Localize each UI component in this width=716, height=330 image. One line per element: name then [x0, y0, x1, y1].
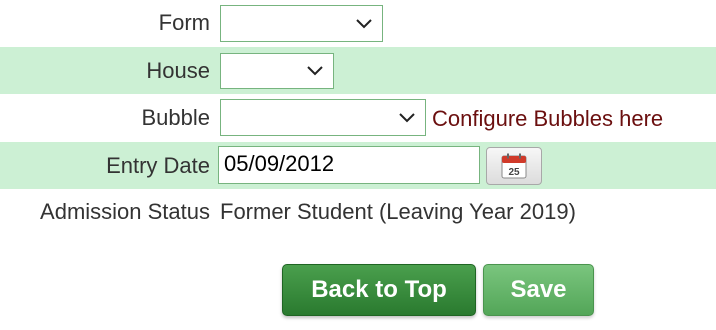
chevron-down-icon: [356, 18, 372, 28]
calendar-day-text: 25: [508, 167, 520, 178]
entry-date-row: Entry Date 05/09/2012 25: [0, 142, 716, 189]
form-select[interactable]: [220, 5, 383, 42]
bubble-label: Bubble: [141, 105, 210, 130]
back-to-top-button[interactable]: Back to Top: [282, 264, 476, 316]
chevron-down-icon: [307, 66, 323, 76]
house-select[interactable]: [220, 53, 334, 89]
bubble-row: Bubble Configure Bubbles here: [0, 94, 716, 142]
chevron-down-icon: [399, 112, 415, 122]
bubble-select[interactable]: [220, 99, 426, 136]
house-label: House: [146, 58, 210, 83]
house-row: House: [0, 47, 716, 94]
form-label: Form: [158, 10, 210, 35]
calendar-button[interactable]: 25: [486, 147, 542, 185]
form-row: Form: [0, 0, 716, 47]
entry-date-input[interactable]: 05/09/2012: [218, 146, 480, 184]
admission-status-row: Admission Status Former Student (Leaving…: [0, 189, 716, 233]
entry-date-label: Entry Date: [106, 153, 210, 178]
configure-bubbles-link[interactable]: Configure Bubbles here: [432, 106, 663, 132]
admission-status-label: Admission Status: [40, 199, 210, 224]
calendar-icon: 25: [501, 153, 527, 179]
save-button[interactable]: Save: [483, 264, 594, 316]
admission-status-value: Former Student (Leaving Year 2019): [220, 199, 576, 224]
